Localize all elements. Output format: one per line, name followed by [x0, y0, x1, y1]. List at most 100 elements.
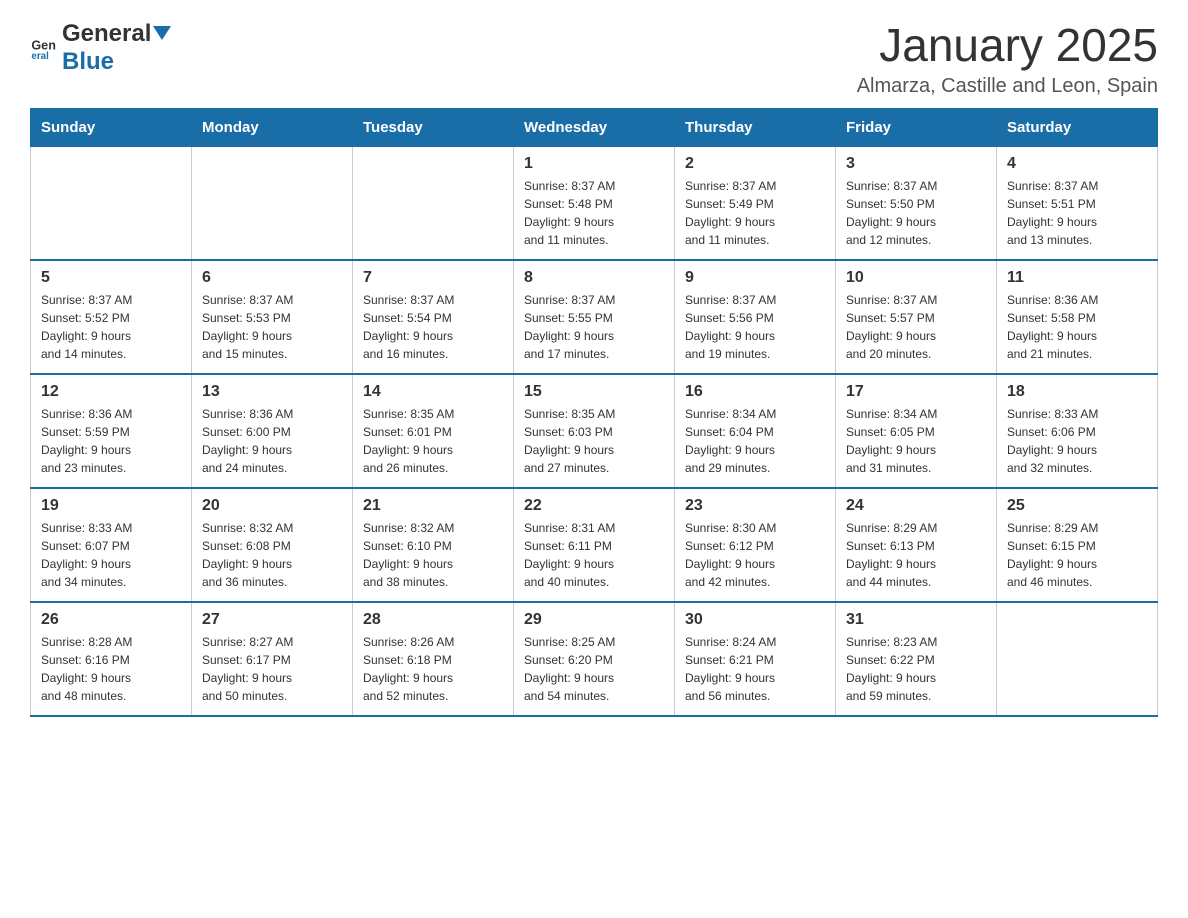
day-number: 24 — [846, 497, 986, 515]
table-row: 23Sunrise: 8:30 AMSunset: 6:12 PMDayligh… — [675, 488, 836, 602]
calendar-title-block: January 2025 Almarza, Castille and Leon,… — [857, 20, 1158, 98]
logo-general-text: General — [62, 20, 151, 47]
day-info: Sunrise: 8:28 AMSunset: 6:16 PMDaylight:… — [41, 633, 181, 705]
svg-text:eral: eral — [31, 51, 49, 62]
table-row: 16 Sunrise: 8:34 AMSunset: 6:04 PMDayligh… — [675, 374, 836, 488]
table-row: 1 Sunrise: 8:37 AMSunset: 5:48 PMDaylight… — [514, 146, 675, 260]
day-number: 22 — [524, 497, 664, 515]
table-row: 17 Sunrise: 8:34 AMSunset: 6:05 PMDayligh… — [836, 374, 997, 488]
table-row: 29Sunrise: 8:25 AMSunset: 6:20 PMDayligh… — [514, 602, 675, 716]
day-number: 23 — [685, 497, 825, 515]
calendar-week-row: 5Sunrise: 8:37 AMSunset: 5:52 PMDaylight… — [31, 260, 1158, 374]
day-number: 16 — [685, 383, 825, 401]
day-info: Sunrise: 8:26 AMSunset: 6:18 PMDaylight:… — [363, 633, 503, 705]
day-number: 21 — [363, 497, 503, 515]
day-number: 1 — [524, 155, 664, 173]
table-row — [353, 146, 514, 260]
day-info: Sunrise: 8:34 AMSunset: 6:04 PMDaylight:… — [685, 405, 825, 477]
col-saturday: Saturday — [997, 108, 1158, 146]
day-number: 31 — [846, 611, 986, 629]
table-row: 24 Sunrise: 8:29 AMSunset: 6:13 PMDayligh… — [836, 488, 997, 602]
day-number: 6 — [202, 269, 342, 287]
table-row: 10Sunrise: 8:37 AMSunset: 5:57 PMDayligh… — [836, 260, 997, 374]
day-number: 30 — [685, 611, 825, 629]
day-number: 25 — [1007, 497, 1147, 515]
table-row: 5Sunrise: 8:37 AMSunset: 5:52 PMDaylight… — [31, 260, 192, 374]
logo-icon: Gen eral — [30, 34, 58, 62]
day-info: Sunrise: 8:23 AMSunset: 6:22 PMDaylight:… — [846, 633, 986, 705]
table-row: 27Sunrise: 8:27 AMSunset: 6:17 PMDayligh… — [192, 602, 353, 716]
table-row: 30 Sunrise: 8:24 AMSunset: 6:21 PMDayligh… — [675, 602, 836, 716]
day-number: 19 — [41, 497, 181, 515]
day-number: 10 — [846, 269, 986, 287]
table-row: 25 Sunrise: 8:29 AMSunset: 6:15 PMDayligh… — [997, 488, 1158, 602]
day-info: Sunrise: 8:32 AMSunset: 6:08 PMDaylight:… — [202, 519, 342, 591]
day-info: Sunrise: 8:24 AMSunset: 6:21 PMDaylight:… — [685, 633, 825, 705]
day-number: 26 — [41, 611, 181, 629]
calendar-table: Sunday Monday Tuesday Wednesday Thursday… — [30, 108, 1158, 717]
day-number: 9 — [685, 269, 825, 287]
logo-blue-text: Blue — [62, 48, 114, 75]
table-row: 18 Sunrise: 8:33 AMSunset: 6:06 PMDayligh… — [997, 374, 1158, 488]
day-info: Sunrise: 8:29 AMSunset: 6:13 PMDaylight:… — [846, 519, 986, 591]
col-wednesday: Wednesday — [514, 108, 675, 146]
day-number: 17 — [846, 383, 986, 401]
table-row: 14 Sunrise: 8:35 AMSunset: 6:01 PMDayligh… — [353, 374, 514, 488]
day-info: Sunrise: 8:37 AMSunset: 5:53 PMDaylight:… — [202, 291, 342, 363]
logo: Gen eral General Blue — [30, 20, 171, 76]
day-info: Sunrise: 8:37 AMSunset: 5:52 PMDaylight:… — [41, 291, 181, 363]
calendar-title: January 2025 — [857, 20, 1158, 71]
day-number: 2 — [685, 155, 825, 173]
table-row: 19 Sunrise: 8:33 AMSunset: 6:07 PMDayligh… — [31, 488, 192, 602]
col-tuesday: Tuesday — [353, 108, 514, 146]
table-row: 28Sunrise: 8:26 AMSunset: 6:18 PMDayligh… — [353, 602, 514, 716]
table-row: 8 Sunrise: 8:37 AMSunset: 5:55 PMDaylight… — [514, 260, 675, 374]
day-info: Sunrise: 8:35 AMSunset: 6:03 PMDaylight:… — [524, 405, 664, 477]
table-row: 4 Sunrise: 8:37 AMSunset: 5:51 PMDaylight… — [997, 146, 1158, 260]
day-number: 29 — [524, 611, 664, 629]
day-info: Sunrise: 8:37 AMSunset: 5:48 PMDaylight:… — [524, 177, 664, 249]
calendar-week-row: 26 Sunrise: 8:28 AMSunset: 6:16 PMDayligh… — [31, 602, 1158, 716]
day-number: 20 — [202, 497, 342, 515]
table-row: 20 Sunrise: 8:32 AMSunset: 6:08 PMDayligh… — [192, 488, 353, 602]
day-number: 14 — [363, 383, 503, 401]
table-row: 3Sunrise: 8:37 AMSunset: 5:50 PMDaylight… — [836, 146, 997, 260]
day-number: 7 — [363, 269, 503, 287]
calendar-header-row: Sunday Monday Tuesday Wednesday Thursday… — [31, 108, 1158, 146]
day-info: Sunrise: 8:33 AMSunset: 6:06 PMDaylight:… — [1007, 405, 1147, 477]
day-info: Sunrise: 8:29 AMSunset: 6:15 PMDaylight:… — [1007, 519, 1147, 591]
day-info: Sunrise: 8:33 AMSunset: 6:07 PMDaylight:… — [41, 519, 181, 591]
table-row: 12Sunrise: 8:36 AMSunset: 5:59 PMDayligh… — [31, 374, 192, 488]
day-info: Sunrise: 8:37 AMSunset: 5:55 PMDaylight:… — [524, 291, 664, 363]
calendar-subtitle: Almarza, Castille and Leon, Spain — [857, 75, 1158, 98]
day-info: Sunrise: 8:37 AMSunset: 5:50 PMDaylight:… — [846, 177, 986, 249]
day-info: Sunrise: 8:27 AMSunset: 6:17 PMDaylight:… — [202, 633, 342, 705]
table-row: 11Sunrise: 8:36 AMSunset: 5:58 PMDayligh… — [997, 260, 1158, 374]
day-number: 8 — [524, 269, 664, 287]
calendar-body: 1 Sunrise: 8:37 AMSunset: 5:48 PMDaylight… — [31, 146, 1158, 716]
day-info: Sunrise: 8:37 AMSunset: 5:49 PMDaylight:… — [685, 177, 825, 249]
table-row: 7Sunrise: 8:37 AMSunset: 5:54 PMDaylight… — [353, 260, 514, 374]
day-number: 13 — [202, 383, 342, 401]
day-number: 4 — [1007, 155, 1147, 173]
day-info: Sunrise: 8:35 AMSunset: 6:01 PMDaylight:… — [363, 405, 503, 477]
day-info: Sunrise: 8:34 AMSunset: 6:05 PMDaylight:… — [846, 405, 986, 477]
day-number: 15 — [524, 383, 664, 401]
page-header: Gen eral General Blue January 2025 Almar… — [30, 20, 1158, 98]
table-row: 2 Sunrise: 8:37 AMSunset: 5:49 PMDaylight… — [675, 146, 836, 260]
table-row: 26 Sunrise: 8:28 AMSunset: 6:16 PMDayligh… — [31, 602, 192, 716]
logo-triangle-icon — [153, 26, 171, 44]
calendar-week-row: 19 Sunrise: 8:33 AMSunset: 6:07 PMDayligh… — [31, 488, 1158, 602]
day-number: 18 — [1007, 383, 1147, 401]
day-info: Sunrise: 8:36 AMSunset: 6:00 PMDaylight:… — [202, 405, 342, 477]
table-row: 15 Sunrise: 8:35 AMSunset: 6:03 PMDayligh… — [514, 374, 675, 488]
calendar-week-row: 1 Sunrise: 8:37 AMSunset: 5:48 PMDaylight… — [31, 146, 1158, 260]
day-info: Sunrise: 8:37 AMSunset: 5:51 PMDaylight:… — [1007, 177, 1147, 249]
svg-text:Gen: Gen — [31, 38, 56, 52]
table-row: 21Sunrise: 8:32 AMSunset: 6:10 PMDayligh… — [353, 488, 514, 602]
col-friday: Friday — [836, 108, 997, 146]
day-info: Sunrise: 8:31 AMSunset: 6:11 PMDaylight:… — [524, 519, 664, 591]
day-info: Sunrise: 8:37 AMSunset: 5:56 PMDaylight:… — [685, 291, 825, 363]
table-row — [997, 602, 1158, 716]
calendar-week-row: 12Sunrise: 8:36 AMSunset: 5:59 PMDayligh… — [31, 374, 1158, 488]
